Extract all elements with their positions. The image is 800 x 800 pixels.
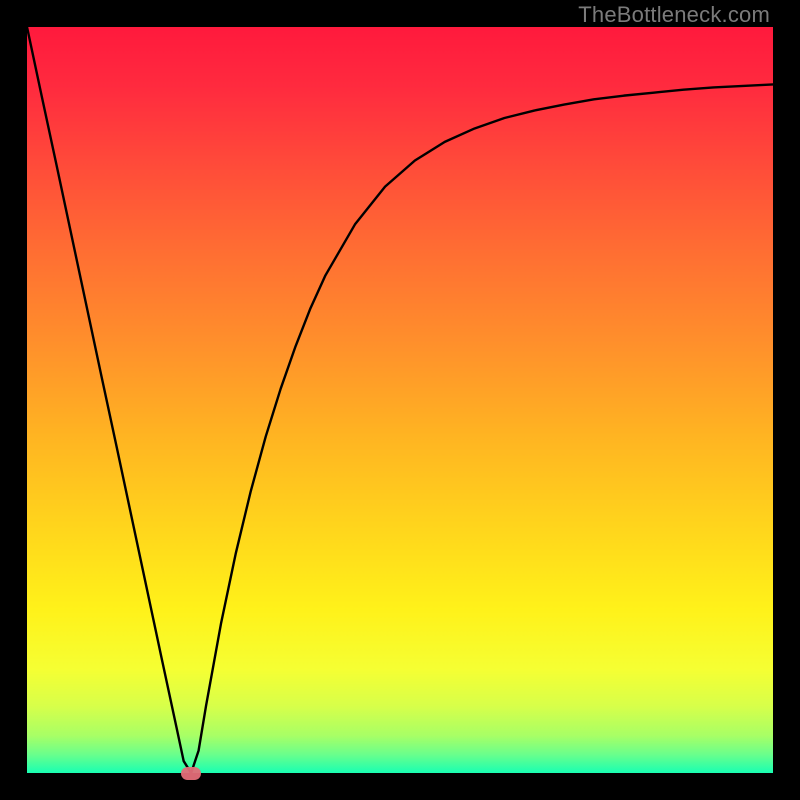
chart-frame: TheBottleneck.com xyxy=(0,0,800,800)
optimal-point-marker xyxy=(181,767,201,780)
plot-area xyxy=(27,27,773,773)
watermark-text: TheBottleneck.com xyxy=(578,2,770,28)
bottleneck-curve xyxy=(27,27,773,773)
